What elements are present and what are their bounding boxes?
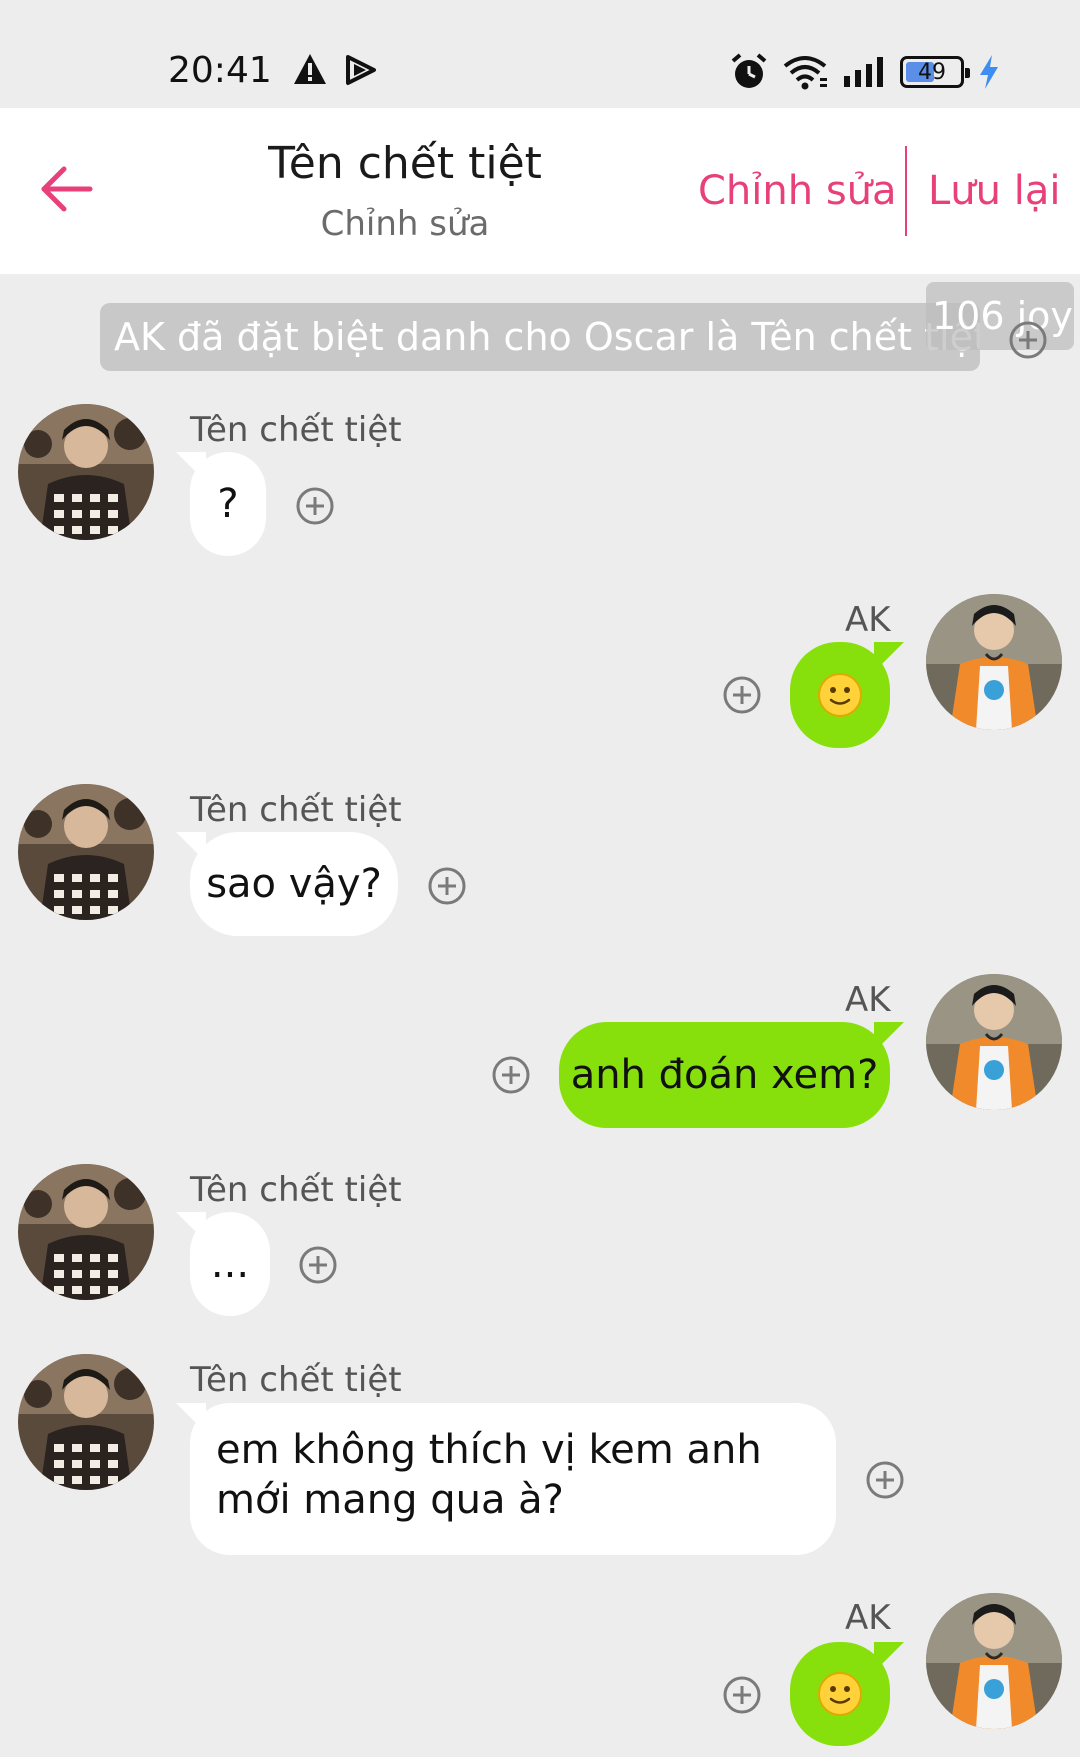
slight-smile-emoji-icon [818, 673, 862, 717]
warning-icon [294, 54, 326, 84]
add-reaction-icon[interactable] [298, 1245, 338, 1285]
contact-avatar[interactable] [18, 784, 154, 920]
status-bar: 20:41 49 [0, 0, 1080, 108]
status-icons: 49 [730, 52, 1000, 92]
page-title: Tên chết tiệt [268, 138, 542, 189]
my-avatar[interactable] [926, 974, 1062, 1110]
sender-name: Tên chết tiệt [190, 410, 402, 450]
joy-counter-badge[interactable]: 106 joy [926, 282, 1074, 350]
message-bubble[interactable]: anh đoán xem? [559, 1022, 890, 1128]
add-reaction-icon[interactable] [295, 486, 335, 526]
sender-name: AK [845, 980, 891, 1020]
back-arrow-icon[interactable] [38, 160, 96, 218]
slight-smile-emoji-icon [818, 1672, 862, 1716]
sender-name: Tên chết tiệt [190, 1360, 402, 1400]
save-button[interactable]: Lưu lại [928, 168, 1060, 214]
message-bubble[interactable]: em không thích vị kem anh mới mang qua à… [190, 1403, 836, 1555]
message-bubble[interactable] [790, 642, 890, 748]
contact-avatar[interactable] [18, 1164, 154, 1300]
add-reaction-icon[interactable] [865, 1460, 905, 1500]
charging-icon [980, 55, 998, 89]
contact-avatar[interactable] [18, 404, 154, 540]
sender-name: Tên chết tiệt [190, 790, 402, 830]
chat-header: Tên chết tiệt Chỉnh sửa Chỉnh sửa Lưu lạ… [0, 108, 1080, 274]
add-reaction-icon[interactable] [722, 675, 762, 715]
message-bubble[interactable]: ? [190, 452, 266, 556]
sender-name: Tên chết tiệt [190, 1170, 402, 1210]
message-bubble[interactable] [790, 1642, 890, 1746]
nickname-notice: AK đã đặt biệt danh cho Oscar là Tên chế… [100, 303, 980, 371]
sender-name: AK [845, 1598, 891, 1638]
add-reaction-icon[interactable] [1008, 320, 1048, 360]
alarm-icon [731, 53, 767, 88]
wifi-icon [783, 56, 827, 90]
message-bubble[interactable]: sao vậy? [190, 832, 398, 936]
message-bubble[interactable]: ... [190, 1212, 270, 1316]
add-reaction-icon[interactable] [722, 1675, 762, 1715]
page-subtitle: Chỉnh sửa [320, 204, 490, 244]
header-divider [905, 146, 907, 236]
contact-avatar[interactable] [18, 1354, 154, 1490]
my-avatar[interactable] [926, 1593, 1062, 1729]
add-reaction-icon[interactable] [427, 866, 467, 906]
status-time: 20:41 [168, 50, 272, 91]
signal-icon [844, 57, 883, 87]
battery-icon: 49 [900, 56, 970, 88]
edit-button[interactable]: Chỉnh sửa [698, 168, 897, 214]
battery-level: 49 [918, 59, 946, 85]
play-store-icon [346, 55, 376, 85]
add-reaction-icon[interactable] [491, 1055, 531, 1095]
sender-name: AK [845, 600, 891, 640]
my-avatar[interactable] [926, 594, 1062, 730]
